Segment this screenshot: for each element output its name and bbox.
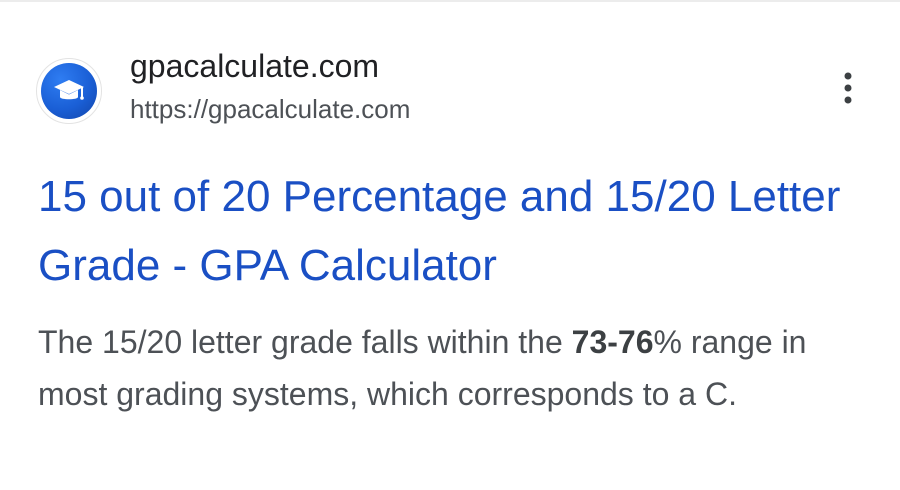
- site-name[interactable]: gpacalculate.com: [130, 46, 379, 86]
- more-options-button[interactable]: [826, 66, 870, 110]
- graduation-cap-icon: [41, 63, 97, 119]
- result-snippet: The 15/20 letter grade falls within the …: [38, 316, 878, 420]
- more-vert-icon: [844, 72, 852, 104]
- site-url[interactable]: https://gpacalculate.com: [130, 92, 410, 126]
- result-title-link[interactable]: 15 out of 20 Percentage and 15/20 Letter…: [38, 162, 858, 300]
- search-result-card: gpacalculate.com https://gpacalculate.co…: [0, 0, 900, 490]
- snippet-text-before: The 15/20 letter grade falls within the: [38, 324, 572, 360]
- snippet-highlight: 73-76: [571, 324, 654, 360]
- site-favicon[interactable]: [36, 58, 102, 124]
